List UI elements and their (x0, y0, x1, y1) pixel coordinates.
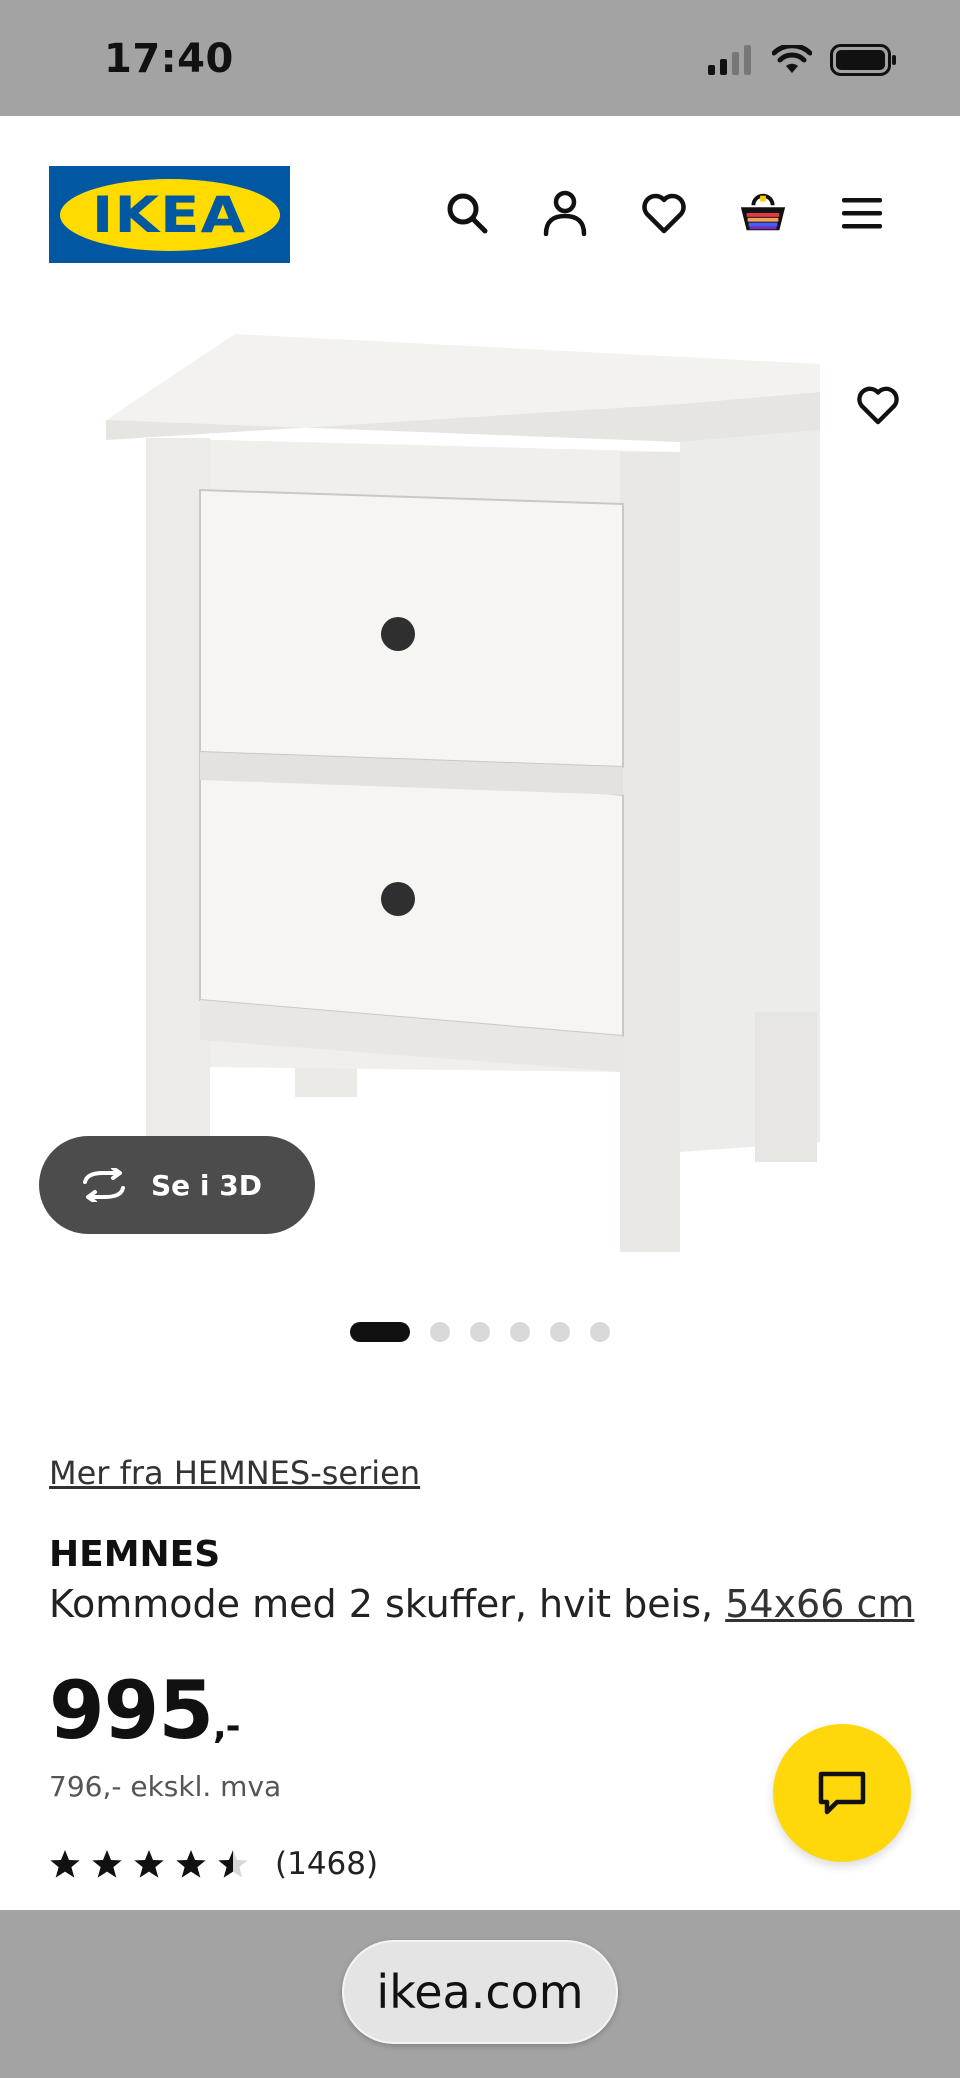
product-description-text: Kommode med 2 skuffer, hvit beis, (49, 1582, 714, 1626)
price-value: 995 (49, 1664, 214, 1757)
logo-text: IKEA (92, 185, 247, 244)
rotate-3d-icon (83, 1168, 125, 1202)
star-icon (92, 1850, 122, 1878)
price-excluding-vat: 796,- ekskl. mva (49, 1770, 282, 1803)
view-in-3d-label: Se i 3D (151, 1168, 262, 1202)
gallery-pagination (0, 1322, 960, 1342)
browser-toolbar: ikea.com (0, 1910, 960, 2078)
gallery-dot-3[interactable] (470, 1322, 490, 1342)
star-icon (50, 1850, 80, 1878)
gallery-dot-6[interactable] (590, 1322, 610, 1342)
user-icon[interactable] (540, 188, 590, 238)
status-bar: 17:40 (0, 0, 960, 116)
gallery-dot-5[interactable] (550, 1322, 570, 1342)
price-suffix: ,- (213, 1706, 241, 1747)
search-icon[interactable] (442, 188, 492, 238)
view-in-3d-button[interactable]: Se i 3D (39, 1136, 315, 1234)
product-rating[interactable]: (1468) (49, 1846, 378, 1882)
wifi-icon (772, 45, 812, 73)
heart-icon[interactable] (639, 188, 689, 238)
signal-icon (708, 45, 751, 75)
gallery-dot-4[interactable] (510, 1322, 530, 1342)
product-image-gallery[interactable]: Se i 3D (0, 312, 960, 1342)
ikea-logo[interactable]: IKEA (49, 166, 290, 263)
logo-oval: IKEA (59, 178, 280, 251)
product-description: Kommode med 2 skuffer, hvit beis, 54x66 … (49, 1582, 914, 1626)
site-header: IKEA (0, 116, 960, 312)
star-icon (134, 1850, 164, 1878)
basket-icon[interactable] (738, 188, 788, 238)
address-url: ikea.com (376, 1965, 584, 2019)
status-icons (706, 44, 898, 76)
status-time: 17:40 (104, 36, 234, 82)
gallery-dot-1[interactable] (350, 1322, 410, 1342)
gallery-dot-2[interactable] (430, 1322, 450, 1342)
product-size-link[interactable]: 54x66 cm (725, 1582, 914, 1626)
battery-icon (830, 44, 896, 76)
half-star-icon (218, 1850, 248, 1878)
star-icon (176, 1850, 206, 1878)
menu-icon[interactable] (837, 188, 887, 238)
series-link[interactable]: Mer fra HEMNES-serien (49, 1454, 420, 1492)
review-count[interactable]: (1468) (275, 1846, 378, 1882)
product-name: HEMNES (49, 1534, 221, 1575)
product-price: 995,- (49, 1664, 241, 1757)
heart-icon (857, 386, 899, 425)
chat-button[interactable] (773, 1724, 911, 1862)
chat-icon (818, 1771, 866, 1815)
add-to-favorites-button[interactable] (830, 357, 926, 453)
address-bar[interactable]: ikea.com (342, 1940, 618, 2044)
